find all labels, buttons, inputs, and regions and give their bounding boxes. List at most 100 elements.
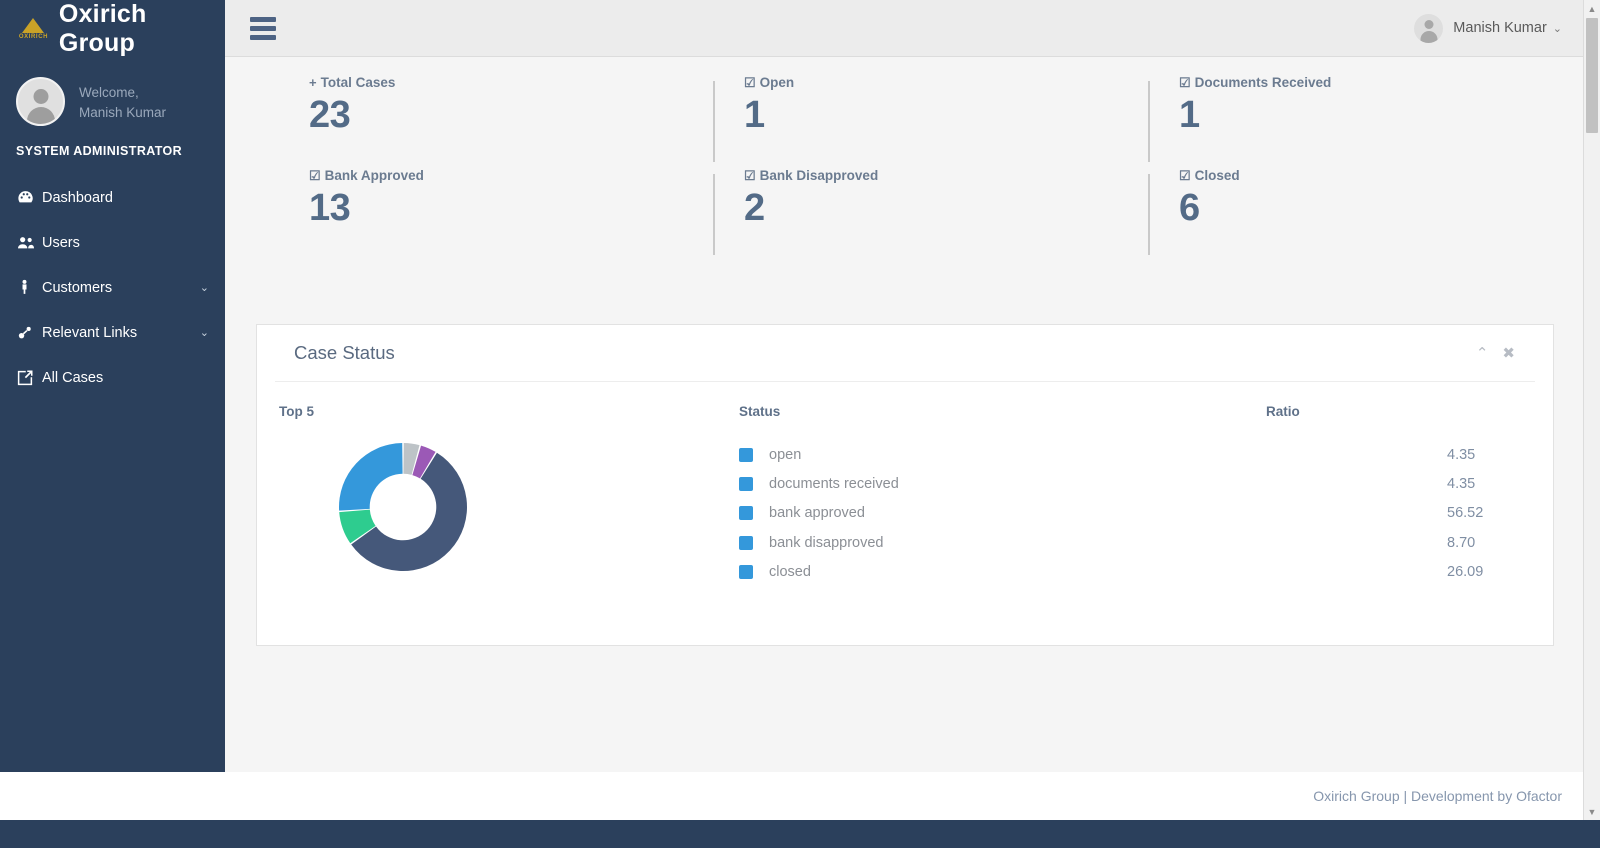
- stat-cards: + Total Cases 23 ☑ Open 1 ☑ Documents Re…: [225, 57, 1600, 261]
- link-icon: [16, 323, 42, 342]
- stat-card-closed[interactable]: ☑ Closed 6: [1179, 168, 1600, 261]
- status-name: open: [769, 446, 802, 463]
- panel-body: Top 5 Status Ratio open 4.35 documents rec…: [257, 382, 1553, 586]
- stat-card-bank-approved[interactable]: ☑ Bank Approved 13: [309, 168, 744, 261]
- status-row: closed 26.09: [739, 557, 1516, 586]
- person-icon: [16, 278, 42, 297]
- sidebar-item-dashboard[interactable]: Dashboard: [0, 175, 225, 220]
- status-ratio: 4.35: [1447, 446, 1476, 463]
- status-ratio: 56.52: [1447, 505, 1484, 522]
- stat-label-text: Closed: [1194, 168, 1240, 183]
- chevron-down-icon[interactable]: ⌄: [200, 326, 209, 339]
- scroll-down-icon[interactable]: ▼: [1584, 803, 1600, 820]
- status-name: bank approved: [769, 505, 865, 522]
- user-menu[interactable]: Manish Kumar ⌄: [1414, 13, 1562, 43]
- legend-swatch: [739, 535, 753, 550]
- stat-label: ☑ Open: [744, 75, 1149, 90]
- legend-swatch: [739, 476, 753, 491]
- donut-chart-svg: [339, 443, 467, 571]
- status-column-header: Status: [739, 404, 781, 419]
- stat-label-text: Open: [759, 75, 795, 90]
- panel-tools: ⌃ ✖: [1476, 346, 1515, 361]
- check-box-icon: ☑: [744, 75, 756, 90]
- status-row: bank approved 56.52: [739, 499, 1516, 528]
- status-ratio: 4.35: [1447, 475, 1476, 492]
- stat-value: 13: [309, 187, 351, 229]
- stat-label: ☑ Closed: [1179, 168, 1584, 183]
- close-icon[interactable]: ✖: [1502, 346, 1515, 361]
- legend-swatch: [739, 447, 753, 462]
- stat-value: 1: [1179, 94, 1200, 136]
- stat-card-open[interactable]: ☑ Open 1: [744, 75, 1179, 168]
- brand[interactable]: OXIRICH Oxirich Group: [0, 0, 225, 57]
- stat-label: ☑ Documents Received: [1179, 75, 1584, 90]
- user-role: SYSTEM ADMINISTRATOR: [16, 144, 183, 158]
- topbar: Manish Kumar ⌄: [225, 0, 1600, 57]
- panel-title: Case Status: [294, 342, 395, 363]
- status-list-column: Status Ratio open 4.35 documents received 4…: [739, 404, 1516, 586]
- stat-label-text: Total Cases: [320, 75, 396, 90]
- stat-label: ☑ Bank Disapproved: [744, 168, 1149, 183]
- panel-header: Case Status ⌃ ✖: [275, 325, 1535, 382]
- avatar: [16, 77, 65, 126]
- scroll-up-icon[interactable]: ▲: [1584, 0, 1600, 17]
- chevron-down-icon[interactable]: ⌄: [200, 281, 209, 294]
- status-name: bank disapproved: [769, 534, 884, 551]
- legend-swatch: [739, 564, 753, 579]
- status-rows: open 4.35 documents received 4.35 bank appro…: [739, 440, 1516, 586]
- status-row: bank disapproved 8.70: [739, 528, 1516, 557]
- welcome-greeting: Welcome,: [79, 85, 139, 100]
- donut-chart: [279, 441, 739, 578]
- sidebar: OXIRICH Oxirich Group Welcome, Manish Ku…: [0, 0, 225, 772]
- welcome-username: Manish Kumar: [79, 104, 167, 120]
- donut-slice[interactable]: [339, 443, 403, 511]
- brand-title: Oxirich Group: [58, 0, 147, 57]
- legend-swatch: [739, 506, 753, 521]
- status-name: closed: [769, 563, 811, 580]
- stat-label-text: Documents Received: [1194, 75, 1332, 90]
- app-root: OXIRICH Oxirich Group Welcome, Manish Ku…: [0, 0, 1600, 848]
- scrollbar-thumb[interactable]: [1586, 18, 1598, 133]
- status-ratio: 26.09: [1447, 563, 1484, 580]
- check-box-icon: ☑: [744, 168, 756, 183]
- check-box-icon: ☑: [1179, 168, 1191, 183]
- stat-card-total-cases[interactable]: + Total Cases 23: [309, 75, 744, 168]
- case-status-panel: Case Status ⌃ ✖ Top 5 Status Ratio open …: [256, 324, 1554, 646]
- user-profile: Welcome, Manish Kumar: [0, 57, 225, 134]
- sidebar-item-relevant-links[interactable]: Relevant Links ⌄: [0, 310, 225, 355]
- chevron-down-icon: ⌄: [1552, 22, 1562, 35]
- status-row: documents received 4.35: [739, 469, 1516, 498]
- stat-value: 23: [309, 94, 351, 136]
- status-name: documents received: [769, 475, 899, 492]
- sidebar-item-label: Relevant Links: [42, 324, 138, 341]
- chevron-up-icon[interactable]: ⌃: [1476, 346, 1489, 361]
- sidebar-item-label: All Cases: [42, 369, 104, 386]
- sidebar-nav: Dashboard Users Customers ⌄ Relevant Lin…: [0, 175, 225, 400]
- stat-value: 6: [1179, 187, 1200, 229]
- hamburger-icon[interactable]: [250, 16, 276, 40]
- sidebar-item-users[interactable]: Users: [0, 220, 225, 265]
- sidebar-item-all-cases[interactable]: All Cases: [0, 355, 225, 400]
- main-content: + Total Cases 23 ☑ Open 1 ☑ Documents Re…: [225, 57, 1600, 772]
- stat-value: 1: [744, 94, 765, 136]
- stat-label: + Total Cases: [309, 75, 714, 90]
- status-list-header: Status Ratio: [739, 404, 1516, 419]
- sidebar-item-customers[interactable]: Customers ⌄: [0, 265, 225, 310]
- external-link-icon: [16, 369, 42, 387]
- stat-card-documents-received[interactable]: ☑ Documents Received 1: [1179, 75, 1600, 168]
- stat-card-bank-disapproved[interactable]: ☑ Bank Disapproved 2: [744, 168, 1179, 261]
- welcome-text: Welcome, Manish Kumar: [79, 83, 166, 122]
- status-row: open 4.35: [739, 440, 1516, 469]
- footer-text: Oxirich Group | Development by Ofactor: [1313, 788, 1562, 804]
- status-ratio: 8.70: [1447, 534, 1476, 551]
- oxirich-logo-icon: OXIRICH: [14, 12, 53, 46]
- avatar: [1414, 13, 1444, 43]
- page-scrollbar[interactable]: ▲ ▼: [1583, 0, 1600, 820]
- dashboard-icon: [16, 188, 42, 207]
- ratio-column-header: Ratio: [1266, 404, 1300, 419]
- stat-label: ☑ Bank Approved: [309, 168, 714, 183]
- footer: Oxirich Group | Development by Ofactor: [225, 772, 1600, 820]
- user-menu-label: Manish Kumar: [1453, 20, 1547, 36]
- users-icon: [16, 233, 42, 253]
- check-box-icon: ☑: [1179, 75, 1191, 90]
